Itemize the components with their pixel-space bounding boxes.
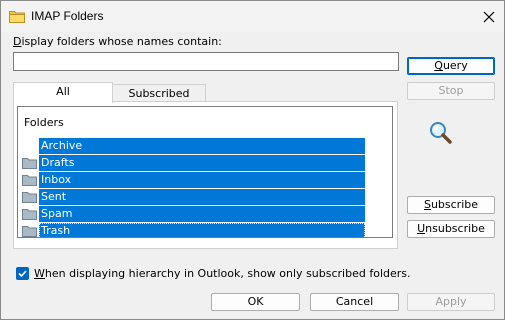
apply-button[interactable]: Apply bbox=[407, 293, 495, 311]
checkmark-icon bbox=[18, 270, 27, 278]
tree-item-sent[interactable]: Sent bbox=[18, 189, 368, 205]
ok-button[interactable]: OK bbox=[211, 293, 300, 311]
title-bar: IMAP Folders bbox=[1, 1, 504, 32]
tab-all[interactable]: All bbox=[13, 82, 113, 103]
tree-item-archive[interactable]: Archive bbox=[18, 138, 368, 154]
folder-tree[interactable]: Folders Archive Drafts Inbox Sent Spam T… bbox=[17, 106, 393, 238]
folder-filter-input[interactable] bbox=[13, 52, 399, 71]
tree-item-inbox[interactable]: Inbox bbox=[18, 172, 368, 188]
subscribed-only-checkbox[interactable] bbox=[16, 267, 29, 280]
tree-item-label: Sent bbox=[39, 189, 365, 205]
filter-label: Display folders whose names contain: bbox=[13, 35, 222, 48]
folder-icon bbox=[22, 226, 37, 237]
stop-button[interactable]: Stop bbox=[407, 82, 495, 100]
folder-icon bbox=[22, 158, 37, 169]
tree-item-trash[interactable]: Trash bbox=[18, 223, 368, 237]
tree-root-label: Folders bbox=[24, 116, 64, 129]
magnifier-icon bbox=[430, 122, 452, 144]
tree-item-spam[interactable]: Spam bbox=[18, 206, 368, 222]
tree-item-label: Inbox bbox=[39, 172, 365, 188]
subscribed-only-label[interactable]: When displaying hierarchy in Outlook, sh… bbox=[34, 267, 411, 280]
close-icon bbox=[483, 11, 495, 22]
tree-item-label: Spam bbox=[39, 206, 365, 222]
subscribe-button[interactable]: Subscribe bbox=[407, 196, 495, 214]
tree-item-label: Drafts bbox=[39, 155, 365, 171]
tree-item-drafts[interactable]: Drafts bbox=[18, 155, 368, 171]
imap-folders-dialog: IMAP Folders Display folders whose names… bbox=[0, 0, 505, 320]
folder-icon bbox=[9, 11, 25, 23]
unsubscribe-button[interactable]: Unsubscribe bbox=[407, 220, 495, 238]
folder-icon bbox=[22, 209, 37, 220]
tree-item-label: Archive bbox=[39, 138, 365, 154]
close-button[interactable] bbox=[474, 1, 504, 32]
tree-item-label: Trash bbox=[39, 223, 365, 237]
folder-icon bbox=[22, 192, 37, 203]
tab-subscribed[interactable]: Subscribed bbox=[112, 84, 206, 102]
query-button[interactable]: Query bbox=[407, 57, 495, 75]
tab-panel: Folders Archive Drafts Inbox Sent Spam T… bbox=[13, 101, 398, 249]
cancel-button[interactable]: Cancel bbox=[310, 293, 399, 311]
folder-icon bbox=[22, 175, 37, 186]
window-title: IMAP Folders bbox=[31, 9, 104, 23]
